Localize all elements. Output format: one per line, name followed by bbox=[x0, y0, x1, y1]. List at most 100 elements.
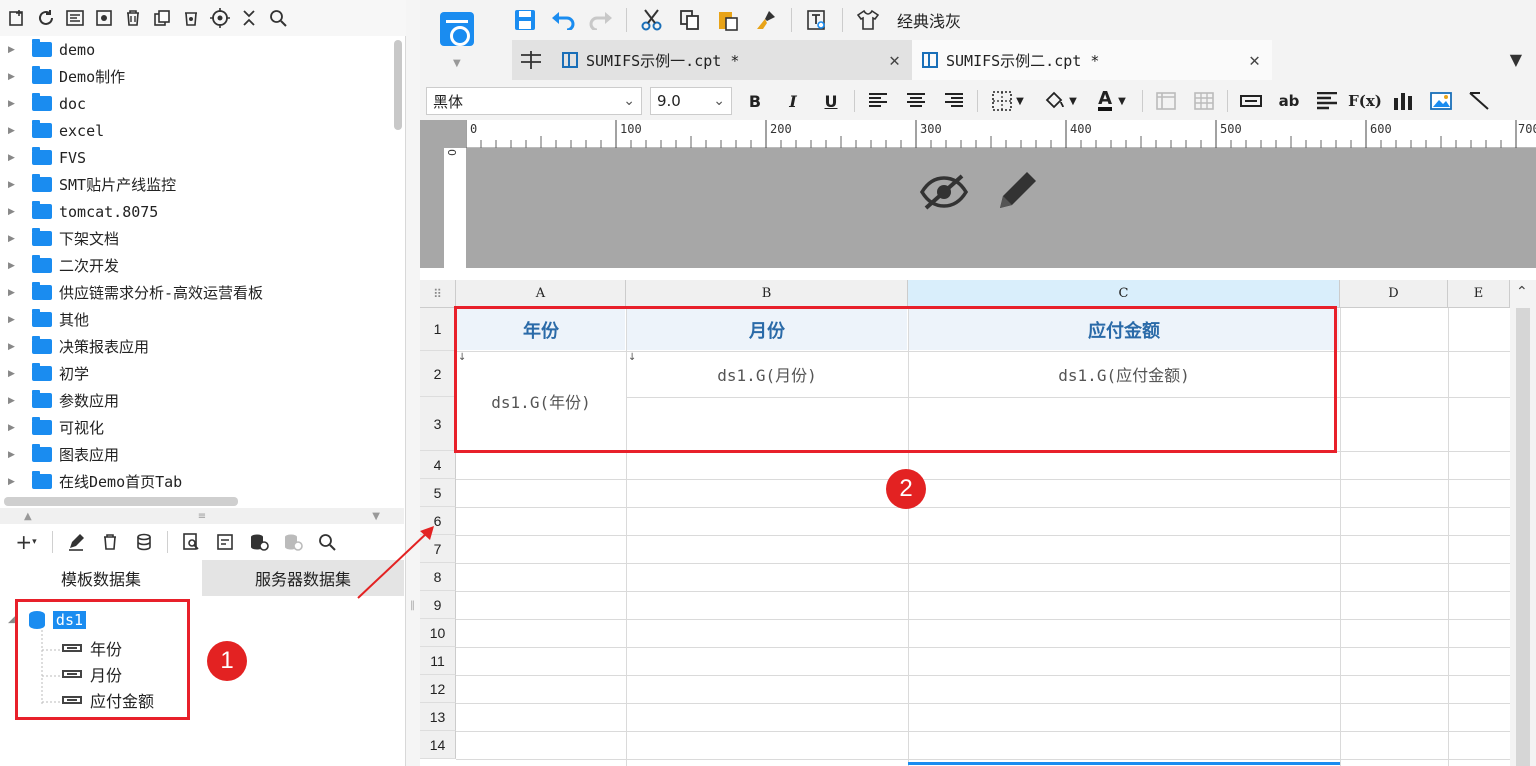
align-left-icon[interactable] bbox=[863, 87, 893, 115]
locate-icon[interactable] bbox=[209, 7, 231, 29]
tree-item[interactable]: ▶ 可视化 bbox=[0, 414, 404, 441]
expand-arrow-icon[interactable]: ▶ bbox=[8, 180, 18, 190]
diagonal-line-icon[interactable] bbox=[1464, 87, 1494, 115]
tree-item[interactable]: ▶ 供应链需求分析-高效运营看板 bbox=[0, 279, 404, 306]
expand-arrow-icon[interactable]: ▶ bbox=[8, 207, 18, 217]
expand-arrow-icon[interactable]: ▶ bbox=[8, 99, 18, 109]
row-header-10[interactable]: 10 bbox=[420, 619, 456, 647]
tab-sumifs-example-1[interactable]: SUMIFS示例一.cpt * ✕ bbox=[552, 40, 912, 80]
tree-item[interactable]: ▶ Demo制作 bbox=[0, 63, 404, 90]
row-header-12[interactable]: 12 bbox=[420, 675, 456, 703]
expand-arrow-icon[interactable]: ▶ bbox=[8, 450, 18, 460]
expand-arrow-icon[interactable]: ▶ bbox=[8, 396, 18, 406]
tree-item[interactable]: ▶ 下架文档 bbox=[0, 225, 404, 252]
panel-divider[interactable] bbox=[406, 0, 420, 766]
tree-item[interactable]: ▶ excel bbox=[0, 117, 404, 144]
style-theme-label[interactable]: 经典浅灰 bbox=[897, 8, 961, 32]
search-dataset-icon[interactable] bbox=[316, 531, 338, 553]
chevron-down-icon[interactable]: ▼ bbox=[453, 58, 461, 69]
copy-cell-icon[interactable] bbox=[677, 7, 703, 33]
row-header-2[interactable]: 2 bbox=[420, 351, 456, 397]
edit-header-icon[interactable] bbox=[994, 168, 1040, 214]
template-icon[interactable] bbox=[64, 7, 86, 29]
database-settings-icon[interactable] bbox=[248, 531, 270, 553]
text-insert-button[interactable]: ab bbox=[1274, 87, 1304, 115]
collapse-up-icon[interactable]: ▲ bbox=[24, 511, 32, 522]
database-remove-icon[interactable] bbox=[282, 531, 304, 553]
preview-icon[interactable] bbox=[180, 531, 202, 553]
paste-icon[interactable] bbox=[715, 7, 741, 33]
sheet-overview-button[interactable] bbox=[512, 40, 552, 80]
expand-arrow-icon[interactable]: ▶ bbox=[8, 342, 18, 352]
edit-icon[interactable] bbox=[65, 531, 87, 553]
undo-icon[interactable] bbox=[550, 7, 576, 33]
row-header-11[interactable]: 11 bbox=[420, 647, 456, 675]
freeze-icon[interactable] bbox=[1151, 87, 1181, 115]
add-dataset-icon[interactable]: + ▾ bbox=[12, 530, 40, 554]
row-header-3[interactable]: 3 bbox=[420, 397, 456, 451]
tab-template-dataset[interactable]: 模板数据集 bbox=[0, 560, 202, 596]
panel-splitter[interactable]: ▲ ≡ ▼ bbox=[0, 508, 404, 524]
lock-icon[interactable] bbox=[180, 7, 202, 29]
font-family-select[interactable]: 黑体 ⌄ bbox=[426, 87, 642, 115]
tree-item[interactable]: ▶ 图表应用 bbox=[0, 441, 404, 468]
hide-header-icon[interactable] bbox=[920, 172, 968, 212]
redo-icon[interactable] bbox=[588, 7, 614, 33]
chart-insert-icon[interactable] bbox=[1388, 87, 1418, 115]
cut-icon[interactable] bbox=[639, 7, 665, 33]
expand-arrow-icon[interactable]: ▶ bbox=[8, 477, 18, 487]
table-grid-icon[interactable] bbox=[1189, 87, 1219, 115]
refresh-icon[interactable] bbox=[35, 7, 57, 29]
column-header-b[interactable]: B bbox=[626, 280, 908, 308]
column-header-c[interactable]: C bbox=[908, 280, 1340, 308]
field-insert-icon[interactable] bbox=[1236, 87, 1266, 115]
new-file-icon[interactable] bbox=[6, 7, 28, 29]
close-icon[interactable]: ✕ bbox=[889, 50, 900, 71]
font-color-icon[interactable]: A ▼ bbox=[1090, 87, 1134, 115]
font-size-select[interactable]: 9.0 ⌄ bbox=[650, 87, 732, 115]
image-insert-icon[interactable] bbox=[1426, 87, 1456, 115]
tree-item[interactable]: ▶ FVS bbox=[0, 144, 404, 171]
align-center-icon[interactable] bbox=[901, 87, 931, 115]
delete-icon[interactable] bbox=[122, 7, 144, 29]
collapse-down-icon[interactable]: ▼ bbox=[372, 511, 380, 522]
border-icon[interactable]: ▼ bbox=[986, 87, 1030, 115]
tree-item[interactable]: ▶ 初学 bbox=[0, 360, 404, 387]
column-header-e[interactable]: E bbox=[1448, 280, 1510, 308]
expand-arrow-icon[interactable]: ▶ bbox=[8, 261, 18, 271]
column-header-d[interactable]: D bbox=[1340, 280, 1448, 308]
expand-arrow-icon[interactable]: ▶ bbox=[8, 369, 18, 379]
tab-menu-icon[interactable]: ▼ bbox=[1510, 50, 1522, 69]
tree-item[interactable]: ▶ 决策报表应用 bbox=[0, 333, 404, 360]
tree-item[interactable]: ▶ SMT贴片产线监控 bbox=[0, 171, 404, 198]
tree-item[interactable]: ▶ 其他 bbox=[0, 306, 404, 333]
tree-item[interactable]: ▶ 二次开发 bbox=[0, 252, 404, 279]
row-header-13[interactable]: 13 bbox=[420, 703, 456, 731]
align-right-icon[interactable] bbox=[939, 87, 969, 115]
save-icon[interactable] bbox=[512, 7, 538, 33]
row-header-5[interactable]: 5 bbox=[420, 479, 456, 507]
tree-horizontal-scrollbar[interactable] bbox=[4, 497, 238, 506]
server-config-icon[interactable] bbox=[214, 531, 236, 553]
row-header-14[interactable]: 14 bbox=[420, 731, 456, 759]
bold-button[interactable]: B bbox=[740, 87, 770, 115]
italic-button[interactable]: I bbox=[778, 87, 808, 115]
tree-item[interactable]: ▶ demo bbox=[0, 36, 404, 63]
underline-button[interactable]: U bbox=[816, 87, 846, 115]
expand-arrow-icon[interactable]: ▶ bbox=[8, 288, 18, 298]
tab-sumifs-example-2[interactable]: SUMIFS示例二.cpt * ✕ bbox=[912, 40, 1272, 80]
collapse-icon[interactable] bbox=[238, 7, 260, 29]
tree-item[interactable]: ▶ 在线Demo首页Tab bbox=[0, 468, 404, 495]
rich-text-icon[interactable] bbox=[1312, 87, 1342, 115]
grid-scroll-thumb[interactable] bbox=[1516, 308, 1530, 766]
shirt-icon[interactable] bbox=[855, 7, 881, 33]
format-painter-icon[interactable] bbox=[753, 7, 779, 33]
select-all-corner[interactable]: ⠿ bbox=[420, 280, 456, 308]
expand-arrow-icon[interactable]: ▶ bbox=[8, 126, 18, 136]
expand-arrow-icon[interactable]: ▶ bbox=[8, 72, 18, 82]
collapse-arrow-icon[interactable]: ◢ bbox=[8, 615, 15, 625]
search-icon[interactable] bbox=[267, 7, 289, 29]
close-icon[interactable]: ✕ bbox=[1249, 50, 1260, 71]
expand-arrow-icon[interactable]: ▶ bbox=[8, 423, 18, 433]
text-preview-icon[interactable] bbox=[804, 7, 830, 33]
